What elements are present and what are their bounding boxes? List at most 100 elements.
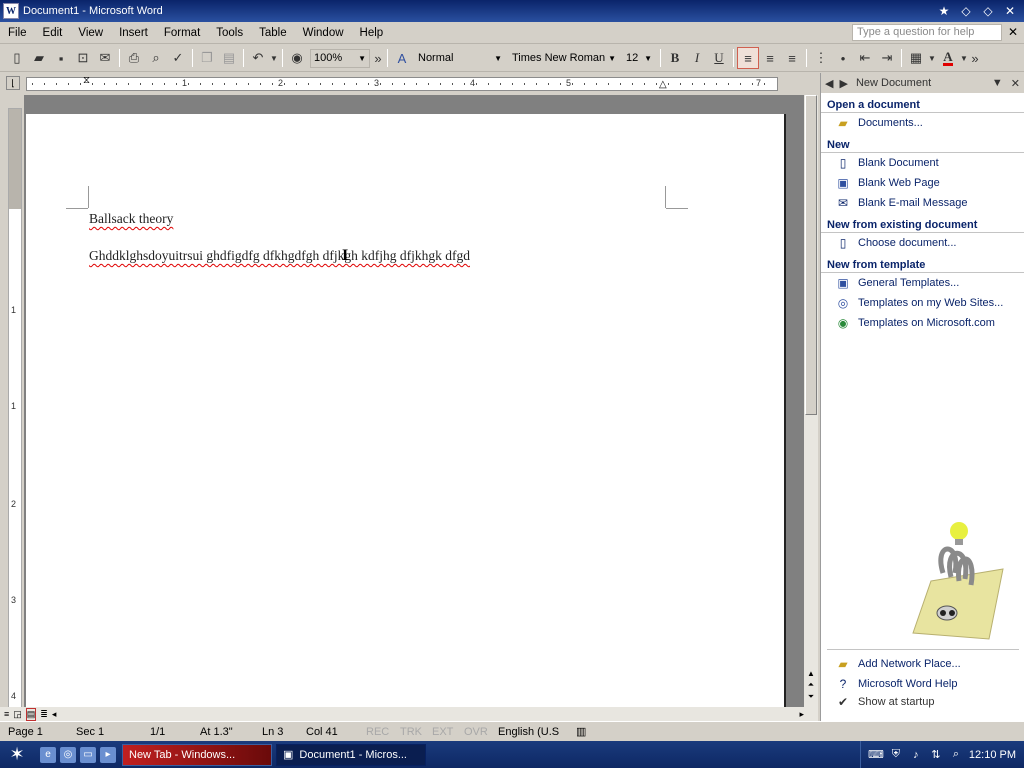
bold-icon[interactable]: B <box>664 47 686 69</box>
checkbox-checked-icon[interactable]: ✔ <box>835 695 851 709</box>
align-center-icon[interactable]: ≡ <box>759 47 781 69</box>
open-folder-icon[interactable]: ▰ <box>28 47 50 69</box>
vertical-ruler[interactable]: 1 1 2 3 4 <box>8 108 22 708</box>
indent-marker-icon[interactable]: ⧖ <box>83 75 90 86</box>
scroll-thumb[interactable] <box>805 95 817 415</box>
taskbar-word-tab[interactable]: ▣ Document1 - Micros... <box>276 743 426 766</box>
permission-icon[interactable]: ⊡ <box>72 47 94 69</box>
close-button[interactable]: ✕ <box>1000 3 1020 19</box>
clock[interactable]: 12:10 PM <box>969 749 1016 761</box>
styles-formatting-icon[interactable]: A <box>391 47 413 69</box>
borders-icon[interactable]: ▦ <box>905 47 927 69</box>
spelling-icon[interactable]: ✓ <box>167 47 189 69</box>
save-icon[interactable]: ▪ <box>50 47 72 69</box>
horizontal-scrollbar[interactable]: ≡ ◲ ▤ ≣ ◂ ▸ <box>0 707 818 721</box>
scroll-up-icon[interactable]: ▲ <box>805 667 817 679</box>
blank-document-link[interactable]: ▯ Blank Document <box>821 153 1024 173</box>
blank-email-link[interactable]: ✉ Blank E-mail Message <box>821 193 1024 213</box>
new-document-icon[interactable]: ▯ <box>6 47 28 69</box>
ms-templates-link[interactable]: ◉ Templates on Microsoft.com <box>821 313 1024 333</box>
horizontal-ruler[interactable]: ⌊ 1 2 3 4 5 7 ⧖ △ <box>0 73 806 93</box>
email-icon[interactable]: ✉ <box>94 47 116 69</box>
menu-tools[interactable]: Tools <box>208 27 251 39</box>
status-trk[interactable]: TRK <box>392 726 424 738</box>
right-indent-icon[interactable]: △ <box>659 79 667 90</box>
shield-icon[interactable]: ⛨ <box>889 748 903 762</box>
numbering-icon[interactable]: ⋮ <box>810 47 832 69</box>
minimize-button[interactable]: ◇ <box>956 3 976 19</box>
normal-view-icon[interactable]: ≡ <box>4 709 9 719</box>
underline-icon[interactable]: U <box>708 47 730 69</box>
task-pane-close-icon[interactable]: ✕ <box>1011 77 1020 90</box>
choose-document-link[interactable]: ▯ Choose document... <box>821 233 1024 253</box>
keyboard-icon[interactable]: ⌨ <box>868 748 884 762</box>
outline-view-icon[interactable]: ≣ <box>40 709 48 720</box>
ie-icon[interactable]: e <box>40 746 56 763</box>
search-icon[interactable]: ⌕ <box>949 748 963 762</box>
menu-insert[interactable]: Insert <box>111 27 156 39</box>
font-combo[interactable]: Times New Roman ▼ <box>509 48 619 68</box>
status-ext[interactable]: EXT <box>424 726 456 738</box>
next-page-icon[interactable]: ⏷ <box>805 691 817 703</box>
word-app-icon[interactable]: W <box>3 3 19 19</box>
add-network-link[interactable]: ▰ Add Network Place... <box>821 654 1024 674</box>
star-icon[interactable]: ★ <box>934 3 954 19</box>
documents-link[interactable]: ▰ Documents... <box>821 113 1024 133</box>
copy-icon[interactable]: ❐ <box>196 47 218 69</box>
back-arrow-icon[interactable]: ◀ <box>825 77 833 90</box>
document-page[interactable]: Ballsack theory Ghddklghsdoyuitrsui ghdf… <box>26 114 786 707</box>
forward-arrow-icon[interactable]: ▶ <box>839 77 847 90</box>
network-icon[interactable]: ⇅ <box>929 748 943 762</box>
word-help-link[interactable]: ? Microsoft Word Help <box>821 674 1024 694</box>
borders-dropdown-icon[interactable]: ▼ <box>927 47 937 69</box>
vertical-scrollbar[interactable]: ▲ ⏶ ⏷ <box>804 95 818 707</box>
scroll-right-icon[interactable]: ▸ <box>799 709 804 720</box>
document-line-1[interactable]: Ballsack theory <box>89 211 173 227</box>
font-color-dropdown-icon[interactable]: ▼ <box>959 47 969 69</box>
toolbar-options-icon[interactable]: » <box>372 47 384 69</box>
web-toolbar-icon[interactable]: ◉ <box>286 47 308 69</box>
web-layout-icon[interactable]: ◲ <box>13 709 22 720</box>
document-paragraph[interactable]: Ghddklghsdoyuitrsui ghdfigdfg dfkhgdfgh … <box>89 248 470 263</box>
general-templates-link[interactable]: ▣ General Templates... <box>821 273 1024 293</box>
speaker-icon[interactable]: ♪ <box>909 748 923 762</box>
task-pane-menu-icon[interactable]: ▼ <box>992 77 1003 89</box>
previous-page-icon[interactable]: ⏶ <box>805 679 817 691</box>
decrease-indent-icon[interactable]: ⇤ <box>854 47 876 69</box>
italic-icon[interactable]: I <box>686 47 708 69</box>
increase-indent-icon[interactable]: ⇥ <box>876 47 898 69</box>
menu-help[interactable]: Help <box>352 27 392 39</box>
help-search-input[interactable]: Type a question for help <box>852 24 1002 41</box>
menu-view[interactable]: View <box>70 27 111 39</box>
paste-icon[interactable]: ▤ <box>218 47 240 69</box>
reading-view-icon[interactable]: ◂ <box>52 709 57 720</box>
status-ovr[interactable]: OVR <box>456 726 490 738</box>
document-close-icon[interactable]: ✕ <box>1008 25 1018 39</box>
align-left-icon[interactable]: ≡ <box>737 47 759 69</box>
font-size-combo[interactable]: 12 ▼ <box>623 48 655 68</box>
menu-table[interactable]: Table <box>251 27 295 39</box>
tab-selector-icon[interactable]: ⌊ <box>6 76 20 90</box>
undo-icon[interactable]: ↶ <box>247 47 269 69</box>
menu-file[interactable]: File <box>0 27 35 39</box>
style-combo[interactable]: Normal ▼ <box>415 48 505 68</box>
show-startup-row[interactable]: ✔ Show at startup <box>821 694 1024 710</box>
desktop-icon[interactable]: ▭ <box>80 746 96 763</box>
spelling-status-icon[interactable]: ▥ <box>568 725 594 738</box>
menu-format[interactable]: Format <box>156 27 208 39</box>
bullets-icon[interactable]: • <box>832 47 854 69</box>
document-line-2[interactable]: Ghddklghsdoyuitrsui ghdfigdfg dfkhgdfgh … <box>89 248 470 264</box>
menu-edit[interactable]: Edit <box>35 27 71 39</box>
office-assistant-clippy-icon[interactable] <box>903 521 1013 643</box>
status-rec[interactable]: REC <box>358 726 392 738</box>
outlook-icon[interactable]: ◎ <box>60 746 76 763</box>
align-right-icon[interactable]: ≡ <box>781 47 803 69</box>
zoom-combo[interactable]: 100% ▼ <box>310 48 370 68</box>
font-color-icon[interactable]: A <box>937 47 959 69</box>
media-icon[interactable]: ▸ <box>100 746 116 763</box>
print-layout-icon[interactable]: ▤ <box>25 707 37 721</box>
print-preview-icon[interactable]: ⌕ <box>145 47 167 69</box>
web-templates-link[interactable]: ◎ Templates on my Web Sites... <box>821 293 1024 313</box>
restore-button[interactable]: ◇ <box>978 3 998 19</box>
undo-dropdown-icon[interactable]: ▼ <box>269 47 279 69</box>
